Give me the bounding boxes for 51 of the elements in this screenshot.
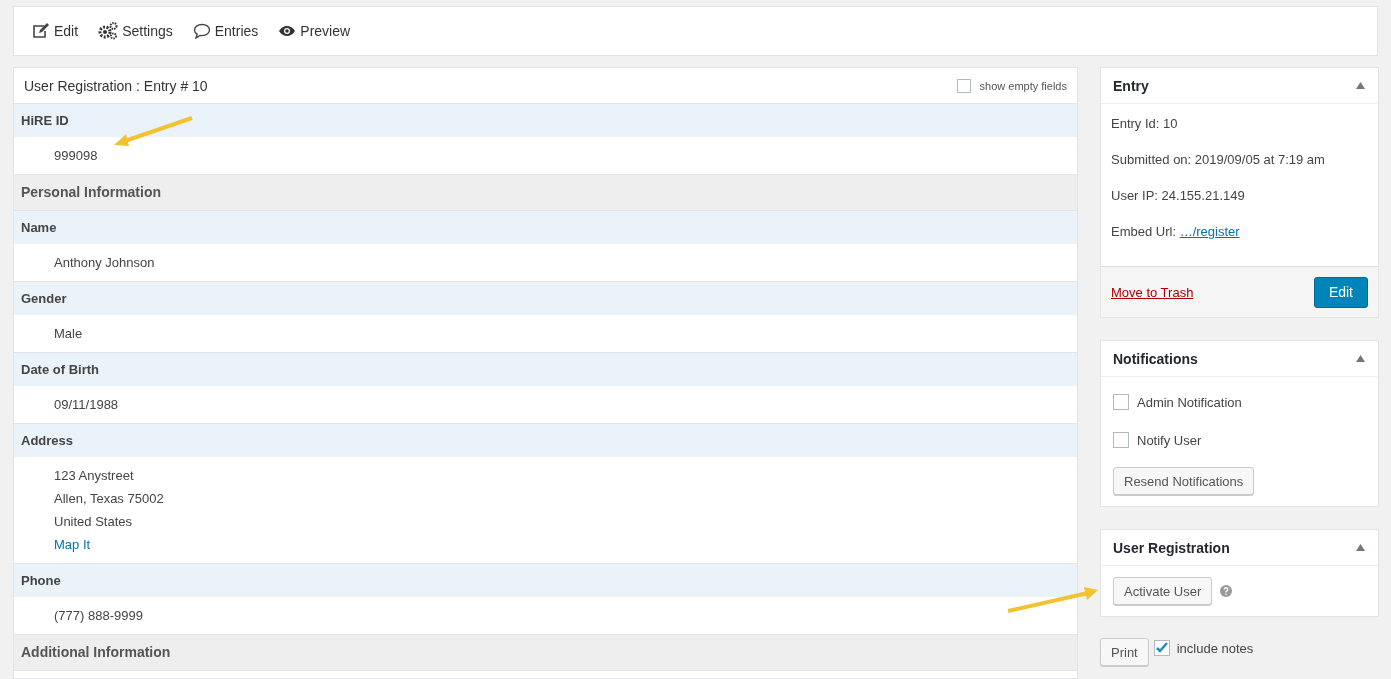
field-value: (777) 888-9999 — [54, 607, 144, 625]
edit-button[interactable]: Edit — [1313, 276, 1368, 308]
embed-url-link[interactable]: …/register — [1179, 224, 1240, 239]
map-link[interactable]: Map It — [54, 537, 91, 552]
field-value: Anthony Johnson — [54, 254, 156, 272]
checkbox[interactable] — [1113, 394, 1129, 410]
field-label: Name — [14, 211, 1077, 244]
box-title: User Registration — [1113, 539, 1230, 556]
collapse-icon[interactable] — [1356, 82, 1365, 89]
eye-icon — [278, 25, 297, 37]
field-label: Address — [14, 424, 1077, 457]
panel-title: User Registration : Entry # 10 — [24, 77, 208, 94]
collapse-icon[interactable] — [1356, 544, 1365, 551]
entry-detail-label: Embed Url: — [1111, 224, 1177, 239]
entry-detail: User IP: 24.155.21.149 — [1111, 188, 1245, 203]
activate-user-button[interactable]: Activate User — [1113, 577, 1213, 605]
section-heading: Additional Information — [14, 635, 1077, 671]
checkbox-label: show empty fields — [979, 79, 1067, 92]
field-label: Phone — [14, 564, 1077, 597]
field-label: Date of Birth — [14, 353, 1077, 386]
box-title: Notifications — [1113, 350, 1198, 367]
section-heading: Personal Information — [14, 175, 1077, 211]
field-label: Gender — [14, 282, 1077, 315]
print-button[interactable]: Print — [1100, 638, 1149, 666]
checkbox[interactable] — [956, 78, 971, 93]
field-value: United States — [54, 513, 134, 531]
toolbar-link[interactable]: Preview — [278, 23, 351, 39]
edit-icon — [32, 23, 50, 39]
checkbox[interactable] — [1113, 432, 1129, 448]
field-value: 999098 — [54, 147, 99, 165]
toolbar-link[interactable]: Edit — [32, 23, 79, 39]
field-label: HiRE ID — [14, 104, 1077, 137]
toolbar-link[interactable]: Entries — [192, 23, 259, 39]
checkbox[interactable] — [1153, 640, 1170, 656]
checkbox-label: Notify User — [1137, 432, 1202, 448]
move-to-trash-link[interactable]: Move to Trash — [1111, 284, 1194, 300]
field-value: Male — [54, 325, 84, 343]
entry-detail: Entry Id: 10 — [1111, 116, 1178, 131]
gears-icon — [98, 22, 119, 40]
help-icon[interactable] — [1220, 585, 1233, 597]
field-value: 09/11/1988 — [54, 396, 120, 414]
collapse-icon[interactable] — [1356, 355, 1365, 362]
checkbox-label: Admin Notification — [1137, 394, 1242, 410]
toolbar-link[interactable]: Settings — [98, 22, 173, 40]
field-value: 123 Anystreet — [54, 467, 135, 485]
entry-detail: Submitted on: 2019/09/05 at 7:19 am — [1111, 152, 1325, 167]
checkbox-label: include notes — [1176, 640, 1254, 656]
box-title: Entry — [1113, 77, 1149, 94]
field-value: Allen, Texas 75002 — [54, 490, 165, 508]
resend-notifications-button[interactable]: Resend Notifications — [1113, 467, 1255, 495]
speech-bubble-icon — [192, 23, 211, 39]
